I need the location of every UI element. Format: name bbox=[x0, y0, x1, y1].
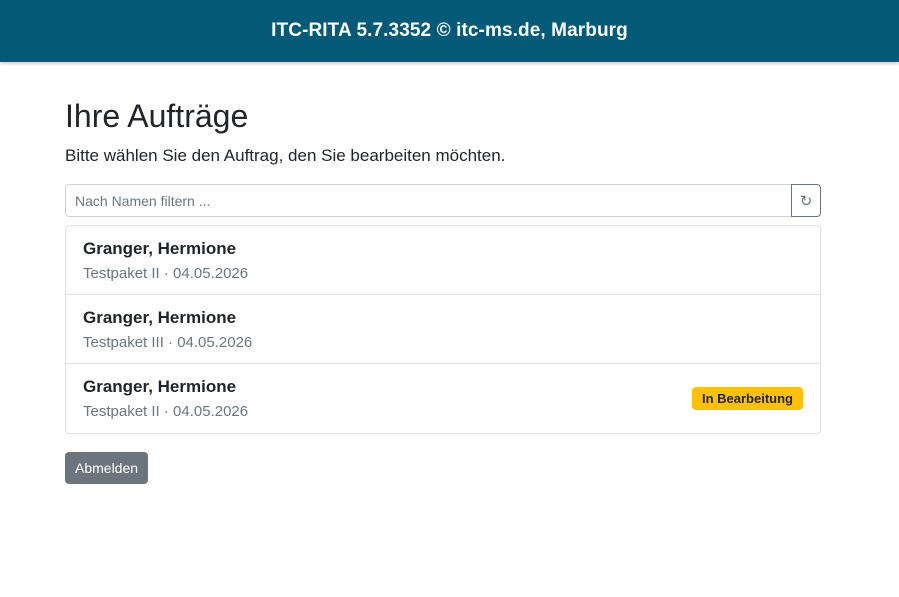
main-content: Ihre Aufträge Bitte wählen Sie den Auftr… bbox=[65, 96, 821, 484]
order-meta: Testpaket III · 04.05.2026 bbox=[83, 334, 253, 351]
filter-group: ↻ bbox=[65, 184, 821, 217]
order-list-item[interactable]: Granger, Hermione Testpaket III · 04.05.… bbox=[66, 295, 820, 364]
order-meta: Testpaket II · 04.05.2026 bbox=[83, 265, 249, 282]
status-badge: In Bearbeitung bbox=[691, 387, 803, 410]
page-title: Ihre Aufträge bbox=[65, 98, 249, 134]
page-subtitle: Bitte wählen Sie den Auftrag, den Sie be… bbox=[65, 146, 506, 165]
refresh-button[interactable]: ↻ bbox=[791, 184, 821, 217]
order-name: Granger, Hermione bbox=[83, 308, 237, 327]
name-filter-input[interactable] bbox=[65, 184, 791, 217]
refresh-icon: ↻ bbox=[799, 191, 813, 210]
app-title: ITC-RITA 5.7.3352 © itc-ms.de, Marburg bbox=[271, 20, 628, 41]
order-list-item[interactable]: Granger, Hermione Testpaket II · 04.05.2… bbox=[66, 364, 820, 433]
logout-button[interactable]: Abmelden bbox=[65, 452, 149, 484]
order-list-item[interactable]: Granger, Hermione Testpaket II · 04.05.2… bbox=[66, 226, 820, 295]
top-bar: ITC-RITA 5.7.3352 © itc-ms.de, Marburg bbox=[0, 0, 899, 62]
order-list: Granger, Hermione Testpaket II · 04.05.2… bbox=[65, 225, 821, 434]
order-name: Granger, Hermione bbox=[83, 239, 237, 258]
